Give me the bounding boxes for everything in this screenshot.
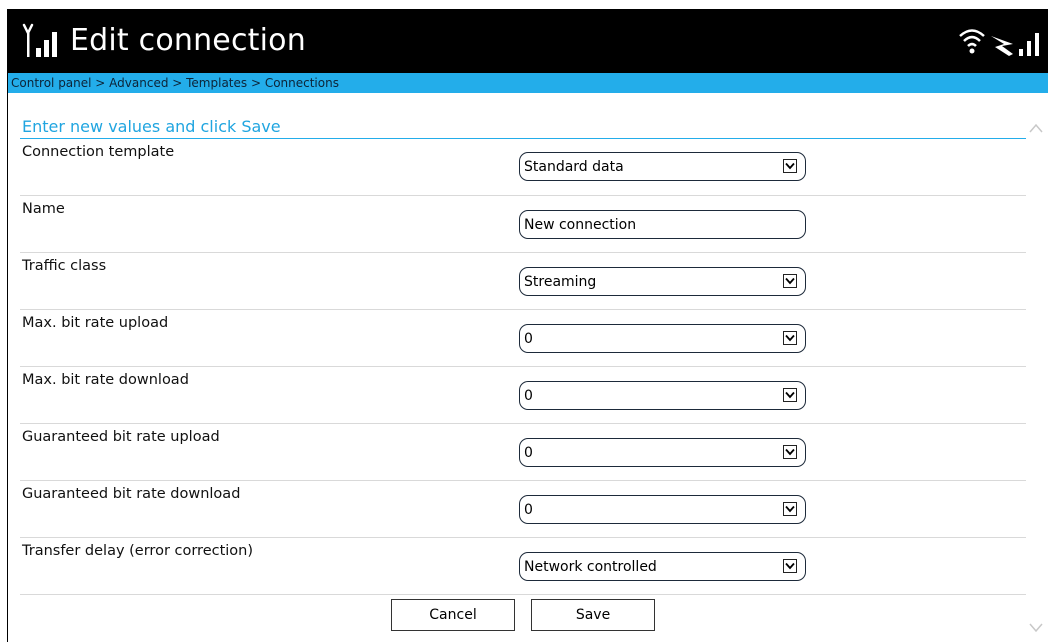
scroll-down-icon[interactable] — [1027, 621, 1045, 635]
field-label: Traffic class — [22, 258, 107, 274]
breadcrumb-bar: Control panel > Advanced > Templates > C… — [8, 73, 1048, 93]
chevron-down-icon[interactable] — [783, 331, 797, 345]
field-label: Transfer delay (error correction) — [22, 543, 254, 559]
field-label: Max. bit rate download — [22, 372, 189, 388]
name-input[interactable]: New connection — [519, 210, 806, 239]
row-transfer-delay: Transfer delay (error correction) Networ… — [20, 538, 1026, 595]
chevron-down-icon[interactable] — [783, 502, 797, 516]
scroll-up-icon[interactable] — [1027, 121, 1045, 135]
input-value: New connection — [524, 217, 637, 233]
max-bit-rate-download-select[interactable]: 0 — [519, 381, 806, 410]
guaranteed-bit-rate-download-select[interactable]: 0 — [519, 495, 806, 524]
guaranteed-bit-rate-upload-select[interactable]: 0 — [519, 438, 806, 467]
field-label: Guaranteed bit rate upload — [22, 429, 220, 445]
wifi-icon — [959, 29, 985, 54]
page-title: Edit connection — [70, 23, 306, 58]
section-title: Enter new values and click Save — [20, 117, 1026, 139]
satellite-link-icon — [991, 36, 1013, 56]
row-max-bit-rate-upload: Max. bit rate upload 0 — [20, 310, 1026, 367]
signal-strength-icon — [1019, 33, 1039, 56]
max-bit-rate-upload-select[interactable]: 0 — [519, 324, 806, 353]
row-guaranteed-bit-rate-upload: Guaranteed bit rate upload 0 — [20, 424, 1026, 481]
selected-value: 0 — [524, 502, 533, 518]
vertical-scrollbar[interactable] — [1023, 93, 1048, 642]
selected-value: Standard data — [524, 159, 624, 175]
chevron-down-icon[interactable] — [783, 159, 797, 173]
selected-value: 0 — [524, 388, 533, 404]
edit-connection-form: Enter new values and click Save Connecti… — [20, 117, 1026, 595]
row-traffic-class: Traffic class Streaming — [20, 253, 1026, 310]
row-max-bit-rate-download: Max. bit rate download 0 — [20, 367, 1026, 424]
field-label: Guaranteed bit rate download — [22, 486, 241, 502]
breadcrumb[interactable]: Control panel > Advanced > Templates > C… — [11, 75, 339, 91]
row-name: Name New connection — [20, 196, 1026, 253]
row-connection-template: Connection template Standard data — [20, 139, 1026, 196]
app-window: Edit connection Control panel > Advanced… — [7, 9, 1048, 642]
selected-value: Network controlled — [524, 559, 657, 575]
row-guaranteed-bit-rate-download: Guaranteed bit rate download 0 — [20, 481, 1026, 538]
traffic-class-select[interactable]: Streaming — [519, 267, 806, 296]
selected-value: 0 — [524, 331, 533, 347]
status-icons — [959, 29, 1039, 56]
form-actions: Cancel Save — [8, 599, 1048, 639]
chevron-down-icon[interactable] — [783, 559, 797, 573]
field-label: Name — [22, 201, 65, 217]
connection-template-select[interactable]: Standard data — [519, 152, 806, 181]
field-label: Max. bit rate upload — [22, 315, 169, 331]
chevron-down-icon[interactable] — [783, 445, 797, 459]
title-bar: Edit connection — [8, 9, 1048, 73]
field-label: Connection template — [22, 144, 175, 160]
cancel-button[interactable]: Cancel — [391, 599, 515, 631]
selected-value: 0 — [524, 445, 533, 461]
transfer-delay-select[interactable]: Network controlled — [519, 552, 806, 581]
selected-value: Streaming — [524, 274, 597, 290]
chevron-down-icon[interactable] — [783, 274, 797, 288]
save-button[interactable]: Save — [531, 599, 655, 631]
signal-antenna-icon — [22, 23, 57, 57]
chevron-down-icon[interactable] — [783, 388, 797, 402]
